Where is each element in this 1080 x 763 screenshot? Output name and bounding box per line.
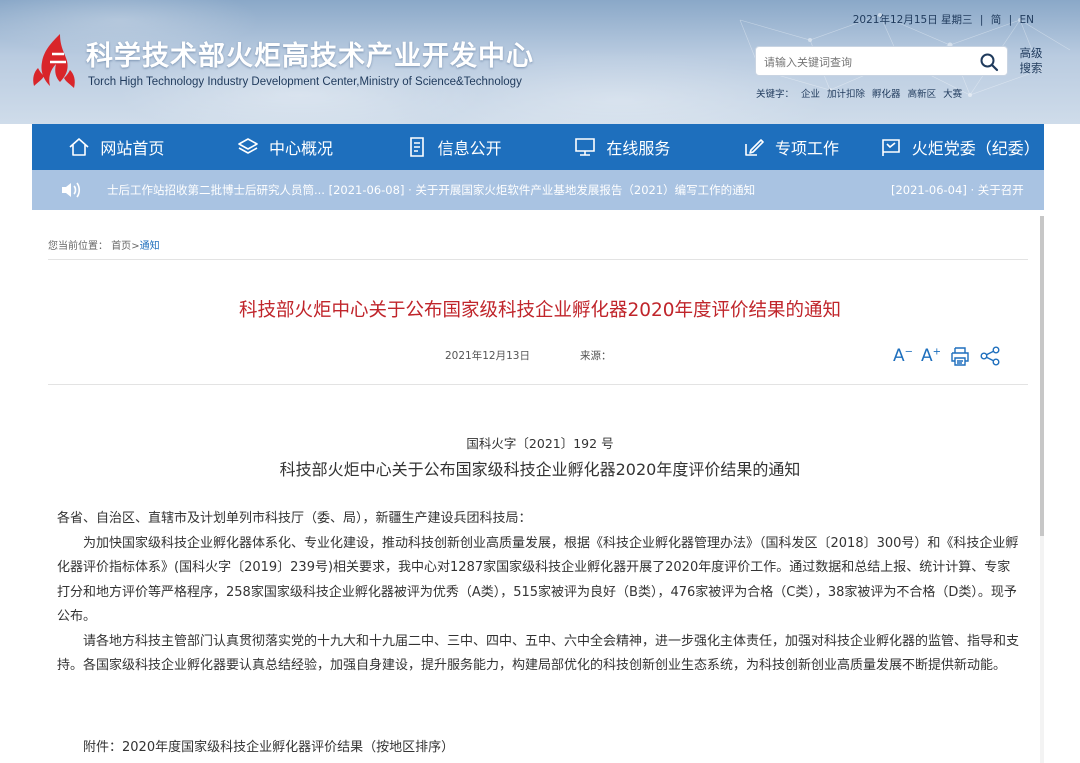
- nav-item-overview[interactable]: 中心概况: [201, 124, 370, 170]
- top-bar: 2021年12月15日 星期三 | 简 | EN: [851, 12, 1036, 27]
- keyword-link[interactable]: 大赛: [943, 89, 962, 100]
- nav-item-party-committee[interactable]: 火炬党委（纪委）: [875, 124, 1044, 170]
- speaker-icon: [62, 182, 81, 198]
- article-title: 科技部火炬中心关于公布国家级科技企业孵化器2020年度评价结果的通知: [238, 300, 842, 321]
- document-number: 国科火字〔2021〕192 号: [466, 436, 614, 451]
- keyword-link[interactable]: 孵化器: [872, 89, 901, 100]
- publish-date: 2021年12月13日: [445, 350, 530, 362]
- search-icon[interactable]: [979, 52, 999, 72]
- nav-item-special-work[interactable]: 专项工作: [707, 124, 876, 170]
- keywords-label: 关键字：: [756, 89, 795, 100]
- ticker-item[interactable]: 士后工作站招收第二批博士后研究人员筒... [2021-06-08] · 关于开…: [107, 170, 755, 210]
- site-title: 科学技术部火炬高技术产业开发中心: [86, 41, 534, 72]
- breadcrumb-home-link[interactable]: 首页: [111, 241, 131, 252]
- separator: |: [979, 14, 984, 26]
- home-icon: [69, 138, 89, 156]
- scrollbar-thumb[interactable]: [1040, 216, 1044, 536]
- breadcrumb-prefix: 您当前位置：: [48, 241, 108, 252]
- document-title: 科技部火炬中心关于公布国家级科技企业孵化器2020年度评价结果的通知: [279, 460, 801, 479]
- paragraph: 为加快国家级科技企业孵化器体系化、专业化建设，推动科技创新创业高质量发展，根据《…: [57, 535, 1019, 625]
- separator: |: [1008, 14, 1013, 26]
- font-decrease-label: A: [893, 346, 905, 366]
- article-tools: A− A+: [893, 345, 1001, 367]
- nav-item-online-service[interactable]: 在线服务: [538, 124, 707, 170]
- edit-icon: [745, 139, 764, 156]
- breadcrumb-current[interactable]: 通知: [140, 241, 160, 252]
- advanced-search-link[interactable]: 高级搜索: [1018, 46, 1044, 76]
- main-nav: 网站首页 中心概况 信息公开 在线服务 专项工作 火炬党委（纪委）: [32, 124, 1044, 170]
- news-ticker: 士后工作站招收第二批博士后研究人员筒... [2021-06-08] · 关于开…: [32, 170, 1044, 210]
- current-date: 2021年12月15日 星期三: [852, 14, 973, 26]
- keyword-link[interactable]: 企业: [801, 89, 820, 100]
- hot-keywords: 关键字： 企业 加计扣除 孵化器 高新区 大赛: [756, 86, 969, 100]
- breadcrumb: 您当前位置： 首页>通知: [48, 237, 160, 252]
- monitor-icon: [575, 138, 596, 156]
- keyword-link[interactable]: 加计扣除: [827, 89, 865, 100]
- search-box: [755, 46, 1008, 76]
- salutation: 各省、自治区、直辖市及计划单列市科技厅（委、局），新疆生产建设兵团科技局：: [57, 511, 532, 526]
- keyword-link[interactable]: 高新区: [908, 89, 937, 100]
- paragraph: 请各地方科技主管部门认真贯彻落实党的十九大和十九届二中、三中、四中、五中、六中全…: [57, 633, 1020, 674]
- nav-item-info[interactable]: 信息公开: [369, 124, 538, 170]
- divider: [48, 259, 1028, 260]
- nav-label: 在线服务: [606, 139, 671, 158]
- nav-label: 火炬党委（纪委）: [911, 139, 1040, 158]
- content-panel: [32, 210, 1044, 763]
- source-label: 来源：: [580, 350, 612, 362]
- font-decrease-button[interactable]: A−: [893, 346, 913, 366]
- nav-label: 网站首页: [100, 139, 165, 158]
- nav-item-home[interactable]: 网站首页: [32, 124, 201, 170]
- font-increase-label: A: [921, 346, 933, 366]
- divider: [48, 384, 1028, 385]
- breadcrumb-separator: >: [131, 241, 140, 252]
- lang-chinese-link[interactable]: 简: [991, 14, 1002, 26]
- document-icon: [409, 137, 424, 157]
- print-icon[interactable]: [949, 345, 971, 367]
- site-subtitle: Torch High Technology Industry Developme…: [88, 76, 522, 88]
- attachment-link[interactable]: 附件：2020年度国家级科技企业孵化器评价结果（按地区排序）: [83, 736, 454, 755]
- layers-icon: [238, 138, 258, 154]
- nav-label: 中心概况: [269, 139, 334, 158]
- search-input[interactable]: [764, 53, 964, 71]
- font-increase-button[interactable]: A+: [921, 346, 941, 366]
- lang-english-link[interactable]: EN: [1020, 14, 1035, 26]
- share-icon[interactable]: [979, 345, 1001, 367]
- ticker-item[interactable]: [2021-06-04] · 关于召开: [891, 170, 1024, 210]
- article-body: 各省、自治区、直辖市及计划单列市科技厅（委、局），新疆生产建设兵团科技局： 为加…: [57, 507, 1023, 679]
- site-header: 科学技术部火炬高技术产业开发中心 Torch High Technology I…: [0, 0, 1080, 124]
- torch-logo[interactable]: [30, 32, 78, 90]
- nav-label: 专项工作: [775, 139, 840, 158]
- nav-label: 信息公开: [437, 139, 502, 158]
- ticker-track: 士后工作站招收第二批博士后研究人员筒... [2021-06-08] · 关于开…: [107, 170, 1027, 210]
- flag-icon: [881, 139, 900, 156]
